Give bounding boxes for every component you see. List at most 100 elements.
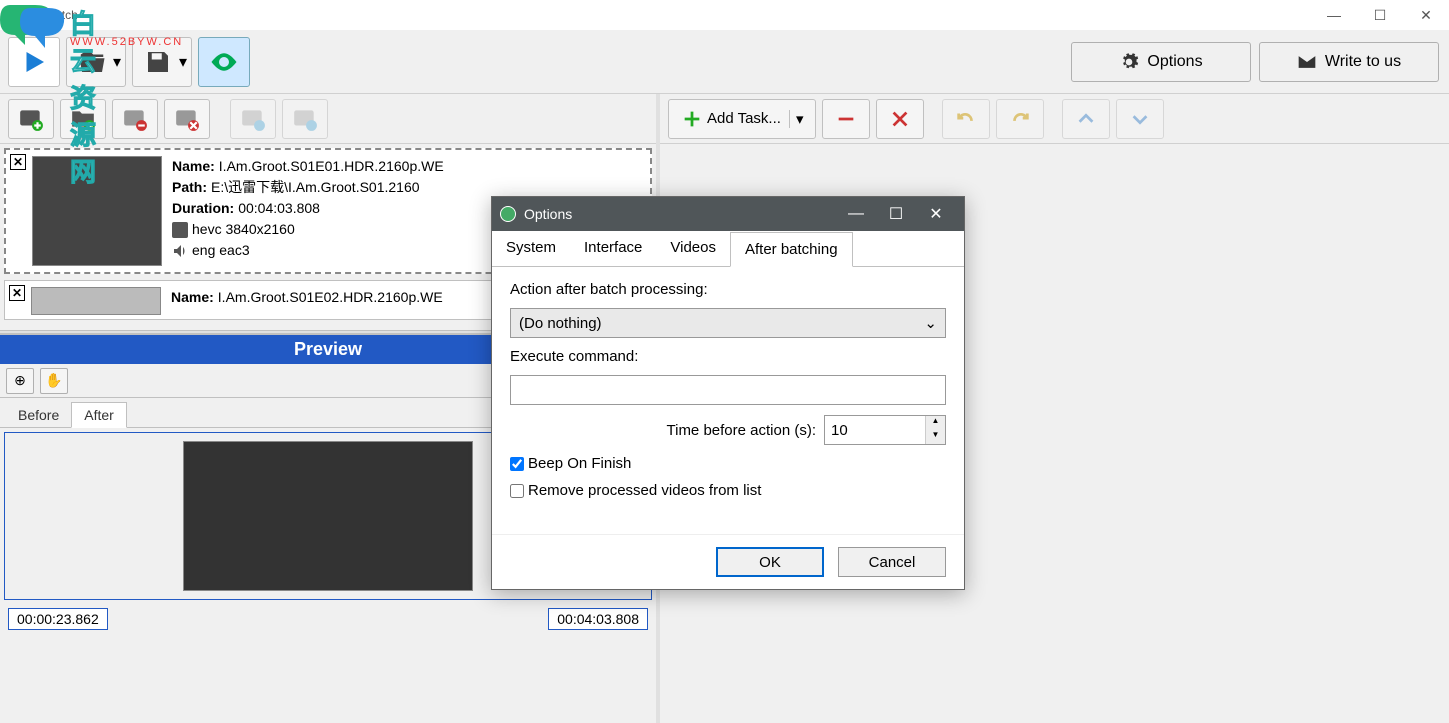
main-toolbar: ▾ ▾ Options Write to us <box>0 30 1449 94</box>
move-up-button <box>230 99 276 139</box>
video-thumbnail <box>31 287 161 315</box>
play-button[interactable] <box>8 37 60 87</box>
add-file-button[interactable] <box>8 99 54 139</box>
minus-icon <box>835 108 857 130</box>
video-codec: hevc 3840x2160 <box>192 219 295 240</box>
preview-image <box>183 441 473 591</box>
remove-label: Remove processed videos from list <box>528 482 761 499</box>
add-folder-icon <box>70 106 96 132</box>
delete-task-button[interactable] <box>876 99 924 139</box>
beep-label: Beep On Finish <box>528 455 631 472</box>
image-down-icon <box>292 106 318 132</box>
save-icon <box>143 47 173 77</box>
write-to-us-button[interactable]: Write to us <box>1259 42 1439 82</box>
move-down-button <box>282 99 328 139</box>
tab-before[interactable]: Before <box>6 403 71 427</box>
plus-icon <box>681 108 703 130</box>
window-title: VidBatch <box>30 8 78 22</box>
video-name: I.Am.Groot.S01E02.HDR.2160p.WE <box>218 287 443 308</box>
beep-checkbox[interactable]: Beep On Finish <box>510 455 946 472</box>
action-select[interactable]: (Do nothing) ⌄ <box>510 308 946 338</box>
tab-after-batching[interactable]: After batching <box>730 232 853 267</box>
cancel-button[interactable]: Cancel <box>838 547 946 577</box>
add-image-icon <box>18 106 44 132</box>
time-input[interactable] <box>825 416 925 444</box>
move-down-task-button <box>1116 99 1164 139</box>
chevron-down-icon: ⌄ <box>924 314 937 332</box>
remove-item-button[interactable]: ✕ <box>10 154 26 170</box>
x-icon <box>889 108 911 130</box>
tab-videos[interactable]: Videos <box>656 231 730 266</box>
gear-icon <box>1119 52 1139 72</box>
speaker-icon <box>172 243 188 259</box>
tab-system[interactable]: System <box>492 231 570 266</box>
video-audio: eng eac3 <box>192 240 250 261</box>
remove-item-button[interactable]: ✕ <box>9 285 25 301</box>
tab-after[interactable]: After <box>71 402 127 428</box>
write-to-us-label: Write to us <box>1325 53 1401 71</box>
video-name: I.Am.Groot.S01E01.HDR.2160p.WE <box>219 156 444 177</box>
undo-icon <box>955 108 977 130</box>
spin-up[interactable]: ▲ <box>926 416 945 430</box>
mail-icon <box>1297 52 1317 72</box>
dialog-tabs: System Interface Videos After batching <box>492 231 964 267</box>
execute-command-input[interactable] <box>510 375 946 405</box>
remove-task-button[interactable] <box>822 99 870 139</box>
video-duration: 00:04:03.808 <box>238 198 320 219</box>
time-label: Time before action (s): <box>667 422 817 439</box>
ok-button[interactable]: OK <box>716 547 824 577</box>
image-up-icon <box>240 106 266 132</box>
path-label: Path: <box>172 177 207 198</box>
caret-down-icon: ▾ <box>113 52 121 72</box>
dialog-maximize-button[interactable]: ☐ <box>876 197 916 231</box>
redo-button <box>996 99 1044 139</box>
duration-label: Duration: <box>172 198 234 219</box>
pan-button[interactable]: ✋ <box>40 368 68 394</box>
dialog-close-button[interactable]: ✕ <box>916 197 956 231</box>
add-folder-button[interactable] <box>60 99 106 139</box>
time-end: 00:04:03.808 <box>548 608 648 630</box>
video-thumbnail <box>32 156 162 266</box>
remove-image-icon <box>122 106 148 132</box>
dialog-titlebar[interactable]: Options — ☐ ✕ <box>492 197 964 231</box>
task-toolbar: Add Task... ▾ <box>660 94 1449 144</box>
options-button[interactable]: Options <box>1071 42 1251 82</box>
add-task-label: Add Task... <box>707 110 781 127</box>
close-button[interactable]: ✕ <box>1403 0 1449 30</box>
remove-file-button[interactable] <box>112 99 158 139</box>
film-icon <box>172 222 188 238</box>
options-label: Options <box>1147 53 1202 71</box>
open-button[interactable]: ▾ <box>66 37 126 87</box>
dialog-title: Options <box>524 206 572 222</box>
action-value: (Do nothing) <box>519 315 602 332</box>
add-task-button[interactable]: Add Task... ▾ <box>668 99 816 139</box>
folder-open-icon <box>77 47 107 77</box>
time-spinner[interactable]: ▲▼ <box>824 415 946 445</box>
chevron-down-icon <box>1129 108 1151 130</box>
dialog-icon <box>500 206 516 222</box>
clear-list-button[interactable] <box>164 99 210 139</box>
maximize-button[interactable]: ☐ <box>1357 0 1403 30</box>
app-icon <box>8 7 24 23</box>
name-label: Name: <box>171 287 214 308</box>
remove-processed-checkbox[interactable]: Remove processed videos from list <box>510 482 946 499</box>
caret-down-icon: ▾ <box>179 52 187 72</box>
preview-toggle-button[interactable] <box>198 37 250 87</box>
save-button[interactable]: ▾ <box>132 37 192 87</box>
clear-icon <box>174 106 200 132</box>
dialog-minimize-button[interactable]: — <box>836 197 876 231</box>
action-label: Action after batch processing: <box>510 281 946 298</box>
options-dialog: Options — ☐ ✕ System Interface Videos Af… <box>491 196 965 590</box>
zoom-fit-button[interactable]: ⊕ <box>6 368 34 394</box>
name-label: Name: <box>172 156 215 177</box>
minimize-button[interactable]: — <box>1311 0 1357 30</box>
undo-button <box>942 99 990 139</box>
execute-label: Execute command: <box>510 348 946 365</box>
move-up-task-button <box>1062 99 1110 139</box>
time-start: 00:00:23.862 <box>8 608 108 630</box>
eye-icon <box>209 47 239 77</box>
titlebar: VidBatch — ☐ ✕ <box>0 0 1449 30</box>
tab-interface[interactable]: Interface <box>570 231 656 266</box>
spin-down[interactable]: ▼ <box>926 430 945 444</box>
redo-icon <box>1009 108 1031 130</box>
